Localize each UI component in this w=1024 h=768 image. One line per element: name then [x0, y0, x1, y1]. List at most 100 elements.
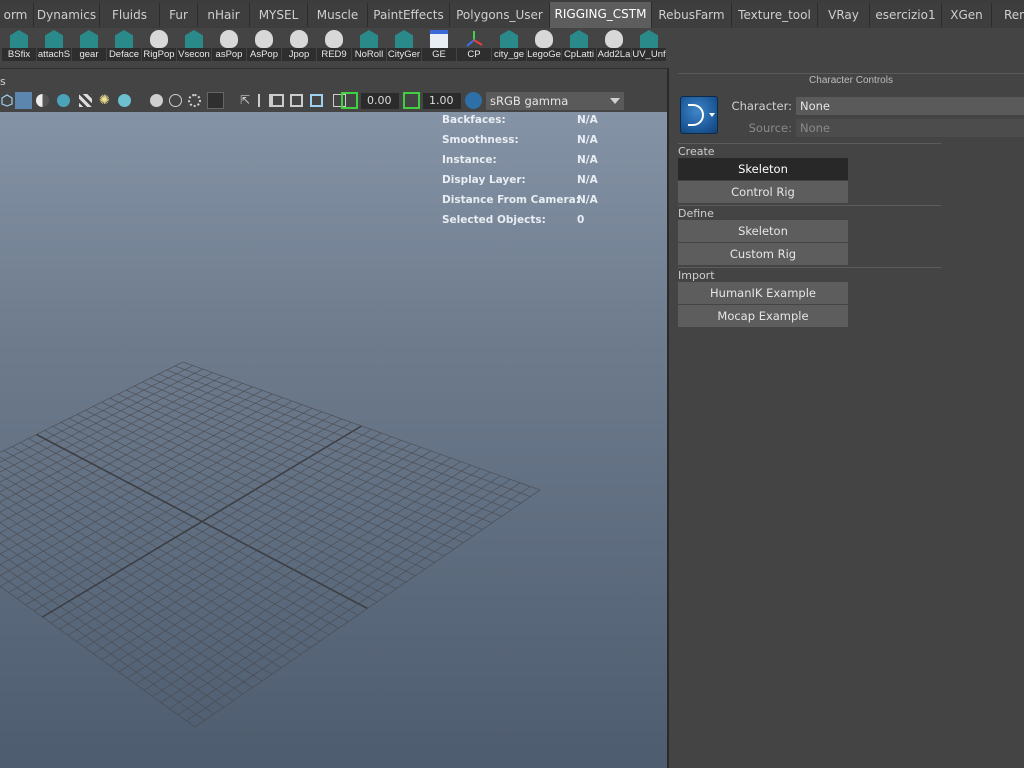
import-humanik-example-button[interactable]: HumanIK Example — [678, 282, 848, 304]
isolate-select-icon[interactable] — [207, 92, 224, 109]
tab-rebusfarm[interactable]: RebusFarm — [652, 3, 732, 27]
shelf-button-label: AsPop — [247, 48, 281, 61]
shelf-button-rigpop[interactable]: RigPop — [142, 28, 176, 64]
tab-nhair[interactable]: nHair — [198, 3, 250, 27]
shelf-button-cp[interactable]: CP — [457, 28, 491, 64]
shelf-button-jpop[interactable]: Jpop — [282, 28, 316, 64]
field-chart-icon[interactable] — [310, 94, 323, 107]
viewport[interactable]: Backfaces: N/A Smoothness: N/A Instance: N/… — [0, 112, 668, 768]
tab-fluids[interactable]: Fluids — [100, 3, 160, 27]
shelf-button-label: CP — [457, 48, 491, 61]
tab-muscle[interactable]: Muscle — [308, 3, 368, 27]
source-select[interactable]: None — [796, 119, 1024, 137]
color-management-value: sRGB gamma — [490, 94, 569, 108]
color-management-dropdown[interactable]: sRGB gamma — [486, 92, 624, 110]
tab-xgen[interactable]: XGen — [942, 3, 992, 27]
create-skeleton-button[interactable]: Skeleton — [678, 158, 848, 180]
shelf-button-deface[interactable]: Deface — [107, 28, 141, 64]
gate-mask-icon[interactable] — [290, 94, 303, 107]
mel-icon — [360, 30, 378, 48]
tab-vray[interactable]: VRay — [818, 3, 870, 27]
tab-mysel[interactable]: MYSEL — [250, 3, 308, 27]
grid-line — [0, 553, 224, 708]
flat-shade-icon[interactable] — [36, 94, 49, 107]
xray-select-icon[interactable]: ⇱ — [240, 94, 253, 107]
hud-key: Selected Objects: — [442, 214, 546, 226]
exposure-icon[interactable] — [341, 92, 358, 109]
color-management-toggle-icon[interactable] — [465, 92, 482, 109]
wireframe-cube-icon[interactable] — [0, 94, 13, 107]
shelf-button-label: CpLatti — [562, 48, 596, 61]
antialias-icon[interactable] — [188, 94, 201, 107]
shelf-button-vsecon[interactable]: Vsecon — [177, 28, 211, 64]
tab-painteffects[interactable]: PaintEffects — [368, 3, 450, 27]
shelf-button-aspop-upper[interactable]: AsPop — [247, 28, 281, 64]
shelf-button-bsfix[interactable]: BSfix — [2, 28, 36, 64]
viewport-panel-divider[interactable] — [667, 68, 669, 768]
grid-line — [68, 418, 407, 583]
shelf-button-label: Vsecon — [177, 48, 211, 61]
chevron-down-icon — [610, 98, 620, 104]
light-icon[interactable]: ✺ — [98, 94, 111, 107]
define-skeleton-button[interactable]: Skeleton — [678, 220, 848, 242]
shelf-button-city-ge[interactable]: city_ge — [492, 28, 526, 64]
gamma-field[interactable]: 1.00 — [423, 93, 461, 109]
textured-icon[interactable] — [57, 94, 70, 107]
tab-texture-tool[interactable]: Texture_tool — [732, 3, 818, 27]
ambient-occlusion-icon[interactable] — [150, 94, 163, 107]
shelf-button-noroll[interactable]: NoRoll — [352, 28, 386, 64]
grid-line — [60, 422, 397, 590]
shelf-button-legoge[interactable]: LegoGe — [527, 28, 561, 64]
panel-title: Character Controls — [678, 73, 1024, 88]
gamma-icon[interactable] — [403, 92, 420, 109]
tab-rigging-cstm[interactable]: RIGGING_CSTM — [550, 2, 652, 28]
shelf-button-attachs[interactable]: attachS — [37, 28, 71, 64]
grid-line — [109, 397, 454, 550]
shelf-button-ge[interactable]: GE — [422, 28, 456, 64]
tab-esercizio1[interactable]: esercizio1 — [870, 3, 942, 27]
shelf-button-label: RED9 — [317, 48, 351, 61]
tab-orm[interactable]: orm — [0, 3, 34, 27]
grid-line — [0, 574, 205, 721]
tab-fur[interactable]: Fur — [160, 3, 198, 27]
shelf-button-citygen[interactable]: CityGer — [387, 28, 421, 64]
resolution-gate-icon[interactable] — [271, 94, 284, 107]
humanik-menu-icon[interactable] — [680, 96, 718, 134]
shelf-button-cplatti[interactable]: CpLatti — [562, 28, 596, 64]
shadow-icon[interactable] — [118, 94, 131, 107]
hud-key: Distance From Camera: — [442, 194, 580, 206]
hud-value: N/A — [577, 134, 598, 146]
character-controls-panel: Character Controls Character: None Sourc… — [670, 68, 1024, 768]
hud-value: N/A — [577, 174, 598, 186]
checker-icon[interactable] — [79, 94, 92, 107]
shelf-button-add2la[interactable]: Add2La — [597, 28, 631, 64]
motion-blur-icon[interactable] — [169, 94, 182, 107]
viewport-menu-fragment[interactable]: s — [0, 75, 6, 88]
create-control-rig-button[interactable]: Control Rig — [678, 181, 848, 203]
define-custom-rig-button[interactable]: Custom Rig — [678, 243, 848, 265]
import-mocap-example-button[interactable]: Mocap Example — [678, 305, 848, 327]
hud-value: 0 — [577, 214, 585, 226]
smooth-shade-icon[interactable] — [15, 92, 32, 109]
ground-grid — [0, 361, 541, 728]
python-icon — [325, 30, 343, 48]
shelf-button-red9[interactable]: RED9 — [317, 28, 351, 64]
mel-icon — [115, 30, 133, 48]
character-label: Character: — [731, 99, 792, 113]
hud-value: N/A — [577, 194, 598, 206]
shelf-button-gear[interactable]: gear — [72, 28, 106, 64]
tab-ren[interactable]: Ren — [992, 3, 1024, 27]
xray-joints-icon[interactable] — [258, 94, 271, 107]
shelf-button-label: Deface — [107, 48, 141, 61]
exposure-field[interactable]: 0.00 — [361, 93, 399, 109]
character-select[interactable]: None — [796, 97, 1024, 115]
shelf-button-uv-unf[interactable]: UV_Unf — [632, 28, 666, 64]
hud-key: Display Layer: — [442, 174, 526, 186]
python-icon — [150, 30, 168, 48]
axis-icon — [466, 31, 483, 47]
shelf-button-aspop[interactable]: asPop — [212, 28, 246, 64]
hud-value: N/A — [577, 154, 598, 166]
mel-icon — [395, 30, 413, 48]
tab-polygons-user[interactable]: Polygons_User — [450, 3, 550, 27]
tab-dynamics[interactable]: Dynamics — [34, 3, 100, 27]
